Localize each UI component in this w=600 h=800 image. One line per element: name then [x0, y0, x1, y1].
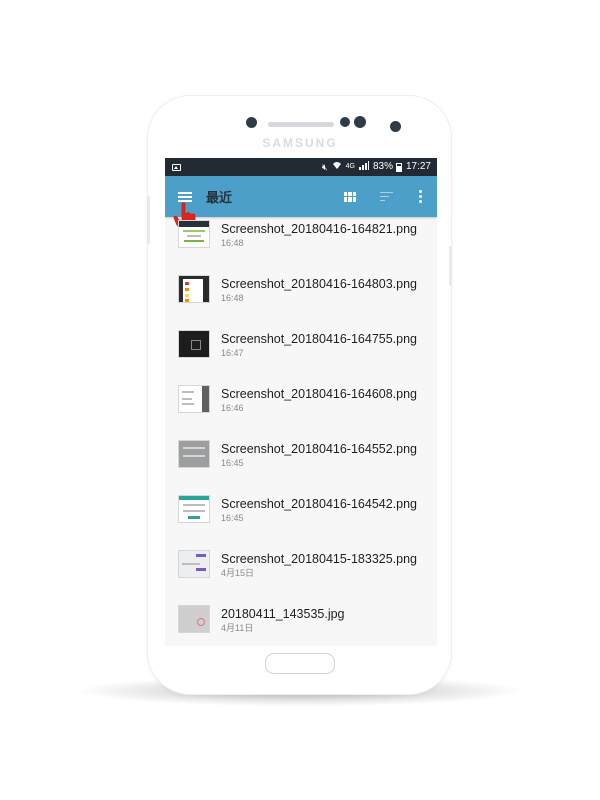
signal-icon: [358, 158, 369, 176]
network-type: 4G: [345, 163, 355, 170]
phone-screen: 🔇︎ 4G 83% 17:27 最近 Screenshot_20180416-1…: [165, 158, 437, 646]
home-button[interactable]: [265, 653, 335, 674]
file-time: 16:48: [221, 238, 244, 248]
file-thumbnail: [178, 605, 210, 633]
list-item[interactable]: Screenshot_20180415-183325.png 4月15日: [165, 547, 437, 602]
front-sensor: [340, 117, 350, 127]
status-bar: 🔇︎ 4G 83% 17:27: [165, 158, 437, 176]
file-name: Screenshot_20180416-164803.png: [221, 277, 418, 291]
file-name: Screenshot_20180415-183325.png: [221, 552, 418, 566]
wifi-icon: [332, 158, 342, 176]
app-toolbar: 最近: [165, 176, 437, 230]
more-options-icon[interactable]: [419, 188, 423, 205]
image-icon: [172, 163, 181, 171]
file-name: Screenshot_20180416-164608.png: [221, 387, 418, 401]
front-camera: [390, 121, 401, 132]
sort-icon[interactable]: [380, 189, 393, 204]
list-item[interactable]: Screenshot_20180416-164542.png 16:45: [165, 492, 437, 547]
list-item[interactable]: Screenshot_20180416-164608.png 16:46: [165, 382, 437, 437]
file-name: Screenshot_20180416-164821.png: [221, 222, 418, 236]
clock: 17:27: [405, 161, 431, 172]
file-thumbnail: [178, 220, 210, 248]
file-thumbnail: [178, 385, 210, 413]
power-button: [449, 246, 452, 286]
list-item[interactable]: Screenshot_20180416-164803.png 16:48: [165, 272, 437, 327]
file-time: 16:45: [221, 458, 244, 468]
front-sensor: [354, 116, 366, 128]
file-thumbnail: [178, 440, 210, 468]
file-name: 20180411_143535.jpg: [221, 607, 345, 621]
list-item[interactable]: Screenshot_20180416-164821.png 16:48: [165, 217, 437, 272]
proximity-sensor: [246, 117, 257, 128]
volume-button: [147, 196, 150, 244]
list-item[interactable]: Screenshot_20180416-164552.png 16:45: [165, 437, 437, 492]
list-item[interactable]: 20180411_143535.jpg 4月11日: [165, 602, 437, 646]
file-thumbnail: [178, 550, 210, 578]
grid-view-icon[interactable]: [344, 191, 356, 202]
file-time: 4月11日: [221, 623, 254, 633]
mute-icon: 🔇︎: [321, 162, 328, 172]
battery-icon: [395, 162, 402, 172]
list-item[interactable]: Screenshot_20180416-164755.png 16:47: [165, 327, 437, 382]
earpiece-speaker: [268, 122, 334, 127]
file-time: 16:48: [221, 293, 244, 303]
file-list: Screenshot_20180416-164821.png 16:48 Scr…: [165, 217, 437, 646]
battery-level: 83%: [372, 161, 393, 172]
brand-logo: SAMSUNG: [262, 136, 338, 150]
file-name: Screenshot_20180416-164755.png: [221, 332, 418, 346]
file-time: 16:47: [221, 348, 244, 358]
file-time: 16:45: [221, 513, 244, 523]
file-thumbnail: [178, 495, 210, 523]
page-title: 最近: [206, 190, 233, 205]
file-thumbnail: [178, 275, 210, 303]
file-name: Screenshot_20180416-164542.png: [221, 497, 418, 511]
file-name: Screenshot_20180416-164552.png: [221, 442, 418, 456]
file-time: 16:46: [221, 403, 244, 413]
file-thumbnail: [178, 330, 210, 358]
file-time: 4月15日: [221, 568, 255, 578]
